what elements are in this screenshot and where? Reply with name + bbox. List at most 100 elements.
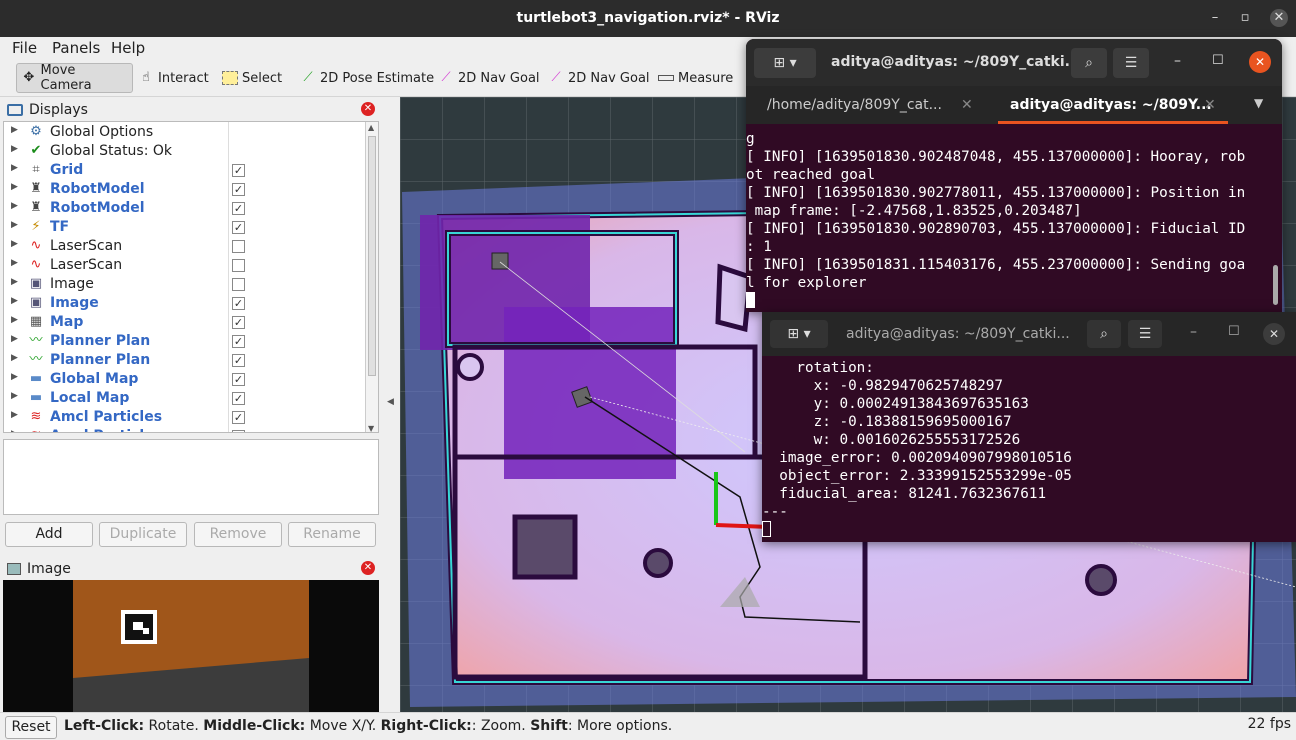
display-item[interactable]: ▶ ≋ Amcl Particles ✓: [4, 408, 366, 427]
display-item[interactable]: ▶ ▣ Image: [4, 275, 366, 294]
maximize-icon[interactable]: ☐: [1212, 53, 1224, 68]
close-icon[interactable]: ✕: [1270, 9, 1288, 27]
display-enabled-checkbox[interactable]: [232, 259, 245, 272]
maximize-icon[interactable]: ☐: [1228, 324, 1240, 339]
hamburger-menu-icon[interactable]: ☰: [1128, 320, 1162, 348]
display-item[interactable]: ▶ ∿ LaserScan: [4, 256, 366, 275]
minimize-icon[interactable]: –: [1174, 53, 1181, 69]
tab-1[interactable]: /home/aditya/809Y_cat... ✕: [767, 86, 997, 124]
expand-arrow-icon[interactable]: ▶: [11, 353, 18, 363]
hamburger-menu-icon[interactable]: ☰: [1113, 48, 1149, 78]
expand-arrow-icon[interactable]: ▶: [11, 258, 18, 268]
close-icon[interactable]: ✕: [1249, 51, 1271, 73]
pose-estimate-tool[interactable]: ⟋ 2D Pose Estimate: [296, 63, 438, 93]
display-enabled-checkbox[interactable]: [232, 240, 245, 253]
display-enabled-checkbox[interactable]: ✓: [232, 430, 245, 432]
display-enabled-checkbox[interactable]: ✓: [232, 392, 245, 405]
minimize-icon[interactable]: –: [1190, 324, 1197, 340]
display-enabled-checkbox[interactable]: ✓: [232, 354, 245, 367]
display-item[interactable]: ▶ ▣ Image ✓: [4, 294, 366, 313]
display-enabled-checkbox[interactable]: ✓: [232, 183, 245, 196]
display-item[interactable]: ▶ ♜ RobotModel ✓: [4, 180, 366, 199]
expand-arrow-icon[interactable]: ▶: [11, 220, 18, 230]
search-icon[interactable]: ⌕: [1071, 48, 1107, 78]
display-item[interactable]: ▶ ⌗ Grid ✓: [4, 161, 366, 180]
expand-arrow-icon[interactable]: ▶: [11, 296, 18, 306]
nav-goal-tool-2[interactable]: ⟋ 2D Nav Goal: [544, 63, 654, 93]
display-enabled-checkbox[interactable]: ✓: [232, 221, 245, 234]
display-enabled-checkbox[interactable]: [232, 278, 245, 291]
display-item[interactable]: ▶ ▦ Map ✓: [4, 313, 366, 332]
expand-arrow-icon[interactable]: ▶: [11, 410, 18, 420]
expand-arrow-icon[interactable]: ▶: [11, 429, 18, 432]
expand-arrow-icon[interactable]: ▶: [11, 372, 18, 382]
display-enabled-checkbox[interactable]: ✓: [232, 297, 245, 310]
interact-tool[interactable]: ☝ Interact: [134, 63, 213, 93]
search-icon[interactable]: ⌕: [1087, 320, 1121, 348]
select-tool[interactable]: Select: [218, 63, 286, 93]
display-item[interactable]: ▶ ⚡ TF ✓: [4, 218, 366, 237]
tree-scrollbar[interactable]: ▲ ▼: [365, 122, 378, 432]
display-enabled-checkbox[interactable]: ✓: [232, 316, 245, 329]
menu-help[interactable]: Help: [111, 39, 145, 57]
display-item[interactable]: ▶ ≋ Amcl Particles ✓: [4, 427, 366, 432]
display-item[interactable]: ▶ 〰 Planner Plan ✓: [4, 351, 366, 370]
tab-2[interactable]: aditya@adityas: ~/809Y... ✕: [998, 86, 1228, 124]
terminal-2-output[interactable]: rotation: x: -0.9829470625748297 y: 0.00…: [762, 359, 1296, 537]
display-item[interactable]: ▶ ✔ Global Status: Ok: [4, 142, 366, 161]
duplicate-button[interactable]: Duplicate: [99, 522, 187, 547]
expand-arrow-icon[interactable]: ▶: [11, 163, 18, 173]
expand-arrow-icon[interactable]: ▶: [11, 239, 18, 249]
expand-arrow-icon[interactable]: ▶: [11, 144, 18, 154]
tabs-dropdown-icon[interactable]: ▼: [1254, 96, 1263, 110]
expand-arrow-icon[interactable]: ▶: [11, 391, 18, 401]
expand-arrow-icon[interactable]: ▶: [11, 182, 18, 192]
new-tab-button[interactable]: ⊞ ▾: [770, 320, 828, 348]
menu-file[interactable]: File: [12, 39, 37, 57]
display-item[interactable]: ▶ ♜ RobotModel ✓: [4, 199, 366, 218]
displays-tree[interactable]: ▲ ▼ ▶ ⚙ Global Options ▶ ✔ Global Status: Ok ▶…: [3, 121, 379, 433]
display-enabled-checkbox[interactable]: ✓: [232, 164, 245, 177]
display-item[interactable]: ▶ ▬ Local Map ✓: [4, 389, 366, 408]
ruler-icon: [658, 75, 674, 81]
measure-label: Measure: [678, 70, 734, 86]
display-item[interactable]: ▶ ∿ LaserScan: [4, 237, 366, 256]
close-icon[interactable]: ✕: [361, 102, 375, 116]
display-enabled-checkbox[interactable]: ✓: [232, 335, 245, 348]
measure-tool[interactable]: Measure: [654, 63, 737, 93]
new-tab-button[interactable]: ⊞ ▾: [754, 48, 816, 78]
nav-goal-tool-1[interactable]: ⟋ 2D Nav Goal: [434, 63, 544, 93]
panel-splitter[interactable]: ◀: [381, 97, 400, 712]
expand-arrow-icon[interactable]: ▶: [11, 125, 18, 135]
terminal-window-1[interactable]: ⊞ ▾ aditya@adityas: ~/809Y_catki... ⌕ ☰ …: [746, 39, 1282, 312]
close-icon[interactable]: ✕: [361, 561, 375, 575]
menu-panels[interactable]: Panels: [52, 39, 100, 57]
terminal-window-2[interactable]: ⊞ ▾ aditya@adityas: ~/809Y_catki... ⌕ ☰ …: [762, 312, 1296, 542]
collapse-arrow-icon[interactable]: ◀: [387, 397, 394, 407]
maximize-icon[interactable]: ▫: [1236, 9, 1254, 27]
remove-button[interactable]: Remove: [194, 522, 282, 547]
display-enabled-checkbox[interactable]: ✓: [232, 411, 245, 424]
reset-button[interactable]: Reset: [5, 716, 57, 739]
close-tab-icon[interactable]: ✕: [961, 86, 973, 124]
display-item[interactable]: ▶ ⚙ Global Options: [4, 123, 366, 142]
terminal-1-scrollbar[interactable]: [1273, 265, 1278, 305]
move-camera-tool[interactable]: ✥ Move Camera: [16, 63, 133, 93]
scroll-thumb[interactable]: [368, 136, 376, 376]
expand-arrow-icon[interactable]: ▶: [11, 334, 18, 344]
display-enabled-checkbox[interactable]: ✓: [232, 202, 245, 215]
add-button[interactable]: Add: [5, 522, 93, 547]
close-icon[interactable]: ✕: [1263, 323, 1285, 345]
minimize-icon[interactable]: –: [1206, 9, 1224, 27]
scroll-down-icon[interactable]: ▼: [368, 424, 374, 432]
expand-arrow-icon[interactable]: ▶: [11, 315, 18, 325]
display-enabled-checkbox[interactable]: ✓: [232, 373, 245, 386]
expand-arrow-icon[interactable]: ▶: [11, 277, 18, 287]
display-item[interactable]: ▶ ▬ Global Map ✓: [4, 370, 366, 389]
expand-arrow-icon[interactable]: ▶: [11, 201, 18, 211]
scroll-up-icon[interactable]: ▲: [368, 123, 374, 132]
close-tab-icon[interactable]: ✕: [1204, 86, 1216, 124]
terminal-1-output[interactable]: g [ INFO] [1639501830.902487048, 455.1370…: [746, 130, 1282, 308]
display-item[interactable]: ▶ 〰 Planner Plan ✓: [4, 332, 366, 351]
rename-button[interactable]: Rename: [288, 522, 376, 547]
